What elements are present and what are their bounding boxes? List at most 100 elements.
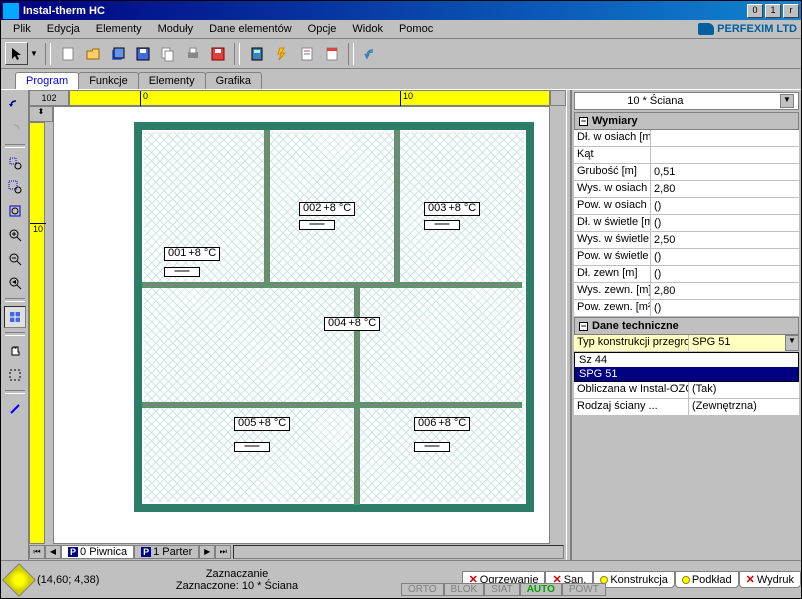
prop-row[interactable]: Wys. zewn. [m] (574, 283, 799, 300)
ruler-horizontal[interactable]: 0 10 (69, 90, 550, 106)
inner-wall[interactable] (354, 287, 360, 405)
props-dropdown-icon[interactable]: ▼ (780, 94, 794, 108)
inner-wall[interactable] (264, 130, 270, 285)
props-title-row[interactable]: 10 * Ściana ▼ (574, 92, 799, 110)
prop-row[interactable]: Wys. w osiach [m] (574, 181, 799, 198)
select-rect-tool[interactable] (4, 364, 26, 386)
prop-row[interactable]: Obliczana w Instal-OZC (Tak) (574, 382, 799, 399)
pointer-dropdown[interactable]: ▼ (30, 49, 40, 58)
minimize-button[interactable]: 0 (747, 4, 763, 18)
tab-grafika[interactable]: Grafika (205, 72, 262, 89)
mode-blok[interactable]: BLOK (444, 583, 485, 596)
ruler-corner[interactable]: 102 (29, 90, 69, 106)
menu-widok[interactable]: Widok (344, 21, 391, 37)
menu-opcje[interactable]: Opcje (300, 21, 345, 37)
scrollbar-horizontal[interactable] (233, 545, 564, 559)
prop-value[interactable] (651, 266, 799, 282)
flash-button[interactable] (270, 42, 293, 65)
mode-orto[interactable]: ORTO (401, 583, 444, 596)
sheet-tab-1[interactable]: P1 Parter (134, 545, 199, 559)
drawing-canvas[interactable]: 001 +8 °C ═══ 002 +8 °C ═══ 003 +8 °C ══… (53, 106, 550, 544)
prop-row[interactable]: Dł. w osiach [m] (574, 130, 799, 147)
menu-moduly[interactable]: Moduły (150, 21, 201, 37)
sheet-first[interactable]: ⏮ (29, 545, 45, 559)
dropdown-button[interactable]: ▼ (785, 335, 799, 351)
mode-auto[interactable]: AUTO (520, 583, 562, 596)
prop-row[interactable]: Pow. w osiach [m²] (574, 198, 799, 215)
dropdown-option-selected[interactable]: SPG 51 (575, 367, 798, 381)
inner-wall[interactable] (142, 282, 522, 288)
prop-value[interactable] (651, 164, 799, 180)
ruler-vertical[interactable]: 10 (29, 122, 45, 544)
export-button[interactable] (206, 42, 229, 65)
sheet-tab-0[interactable]: P0 Piwnica (61, 545, 134, 559)
copy-button[interactable] (156, 42, 179, 65)
prop-value[interactable] (651, 283, 799, 299)
menu-elementy[interactable]: Elementy (88, 21, 150, 37)
collapse-icon[interactable]: − (579, 117, 588, 126)
prop-value[interactable] (651, 181, 799, 197)
close-button[interactable]: r (783, 4, 799, 18)
prop-row[interactable]: Dł. w świetle [m] (574, 215, 799, 232)
inner-wall[interactable] (354, 407, 360, 505)
floorplan[interactable]: 001 +8 °C ═══ 002 +8 °C ═══ 003 +8 °C ══… (134, 122, 534, 512)
mode-powt[interactable]: POWT (562, 583, 606, 596)
pan-tool[interactable] (4, 340, 26, 362)
sheet-prev[interactable]: ◀ (45, 545, 61, 559)
section-dane[interactable]: −Dane techniczne (574, 317, 799, 335)
scrollbar-vertical[interactable] (550, 106, 566, 544)
menu-edycja[interactable]: Edycja (39, 21, 88, 37)
prop-row[interactable]: Wys. w świetle [m] (574, 232, 799, 249)
collapse-icon[interactable]: − (579, 322, 588, 331)
tab-elementy[interactable]: Elementy (138, 72, 206, 89)
prop-value[interactable] (651, 215, 799, 231)
prop-row-typ[interactable]: Typ konstrukcji przegrody SPG 51 ▼ (574, 335, 799, 352)
prop-row[interactable]: Grubość [m] (574, 164, 799, 181)
layer-tab-podklad[interactable]: Podkład (675, 571, 739, 588)
list-button[interactable] (320, 42, 343, 65)
prop-value[interactable] (651, 232, 799, 248)
dropdown-list[interactable]: Sz 44 SPG 51 (574, 352, 799, 382)
calc-button[interactable] (245, 42, 268, 65)
prop-value[interactable] (651, 249, 799, 265)
print-button[interactable] (181, 42, 204, 65)
prop-value[interactable] (651, 147, 799, 163)
prop-value[interactable] (651, 130, 799, 146)
prop-value[interactable]: (Tak) (689, 382, 799, 398)
tab-funkcje[interactable]: Funkcje (78, 72, 139, 89)
pointer-tool[interactable] (5, 42, 28, 65)
titlebar[interactable]: Instal-therm HC 0 1 r (1, 1, 801, 20)
save-button[interactable] (131, 42, 154, 65)
undo-button[interactable] (359, 42, 382, 65)
redo-tool[interactable] (4, 118, 26, 140)
prop-row[interactable]: Kąt (574, 147, 799, 164)
menu-pomoc[interactable]: Pomoc (391, 21, 441, 37)
sheet-last[interactable]: ⏭ (215, 545, 231, 559)
prop-row[interactable]: Pow. w świetle [m²] (574, 249, 799, 266)
maximize-button[interactable]: 1 (765, 4, 781, 18)
dropdown-option[interactable]: Sz 44 (575, 353, 798, 367)
inner-wall[interactable] (394, 130, 400, 285)
open-button[interactable] (81, 42, 104, 65)
zoom-in-tool[interactable] (4, 224, 26, 246)
mode-siat[interactable]: SIAT (484, 583, 519, 596)
menu-plik[interactable]: Plik (5, 21, 39, 37)
prop-row[interactable]: Pow. zewn. [m²] (574, 300, 799, 317)
layer-tab-wydruk[interactable]: ✕Wydruk (739, 571, 801, 588)
sheet-next[interactable]: ▶ (199, 545, 215, 559)
zoom-window-tool[interactable] (4, 176, 26, 198)
prop-value[interactable]: (Zewnętrzna) (689, 399, 799, 415)
draw-tool[interactable] (4, 398, 26, 420)
zoom-fit-tool[interactable] (4, 200, 26, 222)
undo-tool[interactable] (4, 94, 26, 116)
tab-program[interactable]: Program (15, 72, 79, 89)
prop-row[interactable]: Rodzaj ściany ... (Zewnętrzna) (574, 399, 799, 416)
menu-dane[interactable]: Dane elementów (201, 21, 300, 37)
zoom-out-tool[interactable] (4, 248, 26, 270)
zoom-region-tool[interactable] (4, 152, 26, 174)
prop-value[interactable] (651, 300, 799, 316)
prop-value[interactable]: SPG 51 (689, 335, 785, 351)
report-button[interactable] (295, 42, 318, 65)
zoom-prev-tool[interactable] (4, 272, 26, 294)
new-button[interactable] (56, 42, 79, 65)
